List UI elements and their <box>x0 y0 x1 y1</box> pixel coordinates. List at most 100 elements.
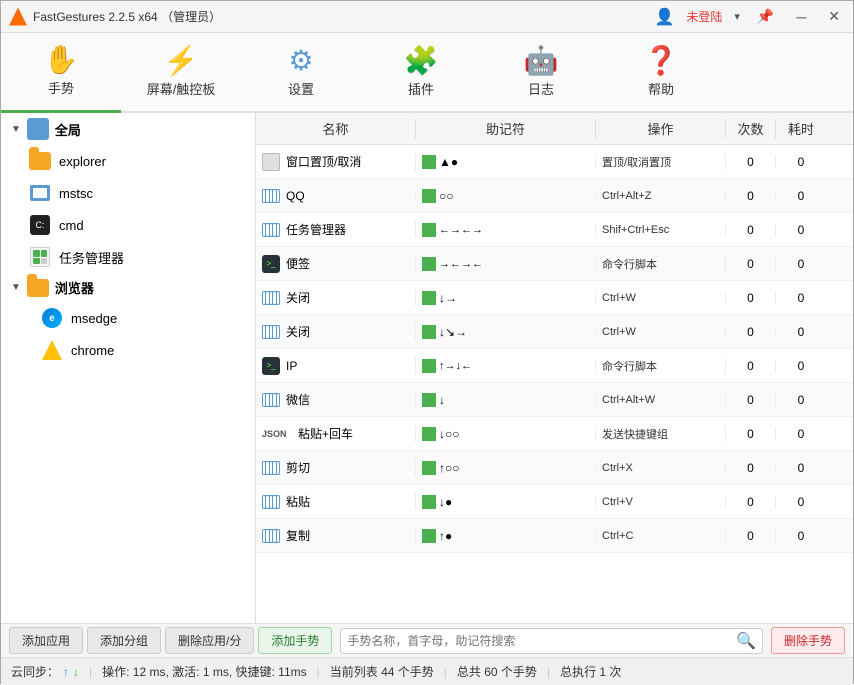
close-button[interactable]: ✕ <box>823 6 845 27</box>
green-indicator <box>422 393 436 407</box>
screen-icon: ⚡ <box>164 47 199 75</box>
cell-count-6: 0 <box>726 325 776 339</box>
cell-mnemonic-10: ↑○○ <box>416 461 596 475</box>
green-indicator <box>422 155 436 169</box>
sidebar-item-msedge[interactable]: e msedge <box>1 302 255 334</box>
keyboard-icon-3 <box>262 291 280 305</box>
cell-time-12: 0 <box>776 529 826 543</box>
cell-count-12: 0 <box>726 529 776 543</box>
tab-plugin[interactable]: 🧩 插件 <box>361 33 481 111</box>
gesture-icon: ✋ <box>44 46 79 74</box>
table-row[interactable]: QQ ○○ Ctrl+Alt+Z 0 0 <box>256 179 853 213</box>
cell-name-1: 窗口置顶/取消 <box>256 153 416 171</box>
green-indicator <box>422 529 436 543</box>
search-box: 🔍 <box>340 628 763 654</box>
add-gesture-button[interactable]: 添加手势 <box>258 627 332 654</box>
status-bar: 云同步： ↑ ↓ | 操作: 12 ms, 激活: 1 ms, 快捷键: 11m… <box>1 657 853 685</box>
sidebar-item-msedge-label: msedge <box>71 311 117 326</box>
window-icon <box>262 153 280 171</box>
cell-name-3: 任务管理器 <box>256 221 416 238</box>
cell-action-5: Ctrl+W <box>596 292 726 304</box>
cell-action-7: 命令行脚本 <box>596 358 726 374</box>
app-title: FastGestures 2.2.5 x64 （管理员） <box>33 8 221 25</box>
green-indicator <box>422 189 436 203</box>
cell-count-2: 0 <box>726 189 776 203</box>
help-icon: ❓ <box>644 47 679 75</box>
cell-count-7: 0 <box>726 359 776 373</box>
cell-count-9: 0 <box>726 427 776 441</box>
title-bar-right: 👤 未登陆 ▾ 📌 ─ ✕ <box>654 6 845 27</box>
table-row[interactable]: 任务管理器 ←→←→ Shif+Ctrl+Esc 0 0 <box>256 213 853 247</box>
cell-mnemonic-1: ▲● <box>416 155 596 169</box>
table-row[interactable]: >_ 便签 →←→← 命令行脚本 0 0 <box>256 247 853 281</box>
cell-name-7: >_ IP <box>256 357 416 375</box>
green-indicator <box>422 461 436 475</box>
cell-time-5: 0 <box>776 291 826 305</box>
sidebar-item-explorer[interactable]: explorer <box>1 145 255 177</box>
app-logo <box>9 8 27 26</box>
add-group-button[interactable]: 添加分组 <box>87 627 161 654</box>
settings-icon: ⚙ <box>288 47 313 75</box>
tab-help[interactable]: ❓ 帮助 <box>601 33 721 111</box>
cell-name-6: 关闭 <box>256 323 416 340</box>
cell-mnemonic-11: ↓● <box>416 495 596 509</box>
tab-screen[interactable]: ⚡ 屏幕/触控板 <box>121 33 241 111</box>
sidebar-group-browser[interactable]: ▼ 浏览器 <box>1 273 255 302</box>
tab-settings[interactable]: ⚙ 设置 <box>241 33 361 111</box>
tab-screen-label: 屏幕/触控板 <box>147 79 216 98</box>
add-app-button[interactable]: 添加应用 <box>9 627 83 654</box>
cell-count-3: 0 <box>726 223 776 237</box>
table-row[interactable]: 粘贴 ↓● Ctrl+V 0 0 <box>256 485 853 519</box>
tab-log-label: 日志 <box>528 79 554 98</box>
operation-stats: 操作: 12 ms, 激活: 1 ms, 快捷键: 11ms <box>102 663 306 680</box>
login-dropdown-icon[interactable]: ▾ <box>734 10 740 23</box>
sidebar: ▼ 全局 explorer mstsc C: cmd <box>1 113 256 623</box>
tab-log[interactable]: 🤖 日志 <box>481 33 601 111</box>
green-indicator <box>422 427 436 441</box>
sidebar-group-global[interactable]: ▼ 全局 <box>1 113 255 145</box>
cell-time-1: 0 <box>776 155 826 169</box>
sidebar-item-taskmanager[interactable]: 任务管理器 <box>1 241 255 273</box>
green-indicator <box>422 291 436 305</box>
sidebar-item-mstsc-label: mstsc <box>59 186 93 201</box>
sync-down-icon[interactable]: ↓ <box>73 665 79 679</box>
table-row[interactable]: 窗口置顶/取消 ▲● 置顶/取消置顶 0 0 <box>256 145 853 179</box>
table-row[interactable]: >_ IP ↑→↓← 命令行脚本 0 0 <box>256 349 853 383</box>
cell-time-3: 0 <box>776 223 826 237</box>
cell-time-4: 0 <box>776 257 826 271</box>
delete-gesture-button[interactable]: 删除手势 <box>771 627 845 654</box>
table-body: 窗口置顶/取消 ▲● 置顶/取消置顶 0 0 <box>256 145 853 623</box>
sidebar-item-cmd[interactable]: C: cmd <box>1 209 255 241</box>
sync-up-icon[interactable]: ↑ <box>63 665 69 679</box>
sidebar-item-taskmanager-label: 任务管理器 <box>59 248 124 267</box>
cell-time-7: 0 <box>776 359 826 373</box>
table-row[interactable]: 剪切 ↑○○ Ctrl+X 0 0 <box>256 451 853 485</box>
table-row[interactable]: JSON 粘贴+回车 ↓○○ 发送快捷键组 0 0 <box>256 417 853 451</box>
cell-name-9: JSON 粘贴+回车 <box>256 425 416 442</box>
table-row[interactable]: 复制 ↑● Ctrl+C 0 0 <box>256 519 853 553</box>
table-row[interactable]: 关闭 ↓↘→ Ctrl+W 0 0 <box>256 315 853 349</box>
cell-count-4: 0 <box>726 257 776 271</box>
delete-app-button[interactable]: 删除应用/分 <box>165 627 254 654</box>
cell-mnemonic-6: ↓↘→ <box>416 325 596 339</box>
main-content: ▼ 全局 explorer mstsc C: cmd <box>1 113 853 623</box>
sidebar-item-chrome[interactable]: chrome <box>1 334 255 366</box>
nav-tabs: ✋ 手势 ⚡ 屏幕/触控板 ⚙ 设置 🧩 插件 🤖 日志 ❓ 帮助 <box>1 33 853 113</box>
sidebar-item-mstsc[interactable]: mstsc <box>1 177 255 209</box>
cmd-icon: C: <box>29 214 51 236</box>
search-input[interactable] <box>347 634 732 648</box>
tab-help-label: 帮助 <box>648 79 674 98</box>
sidebar-item-cmd-label: cmd <box>59 218 84 233</box>
keyboard-icon-6 <box>262 461 280 475</box>
minimize-button[interactable]: ─ <box>791 7 811 27</box>
search-icon[interactable]: 🔍 <box>736 631 756 651</box>
cell-action-8: Ctrl+Alt+W <box>596 394 726 406</box>
table-row[interactable]: 微信 ↓ Ctrl+Alt+W 0 0 <box>256 383 853 417</box>
cell-action-12: Ctrl+C <box>596 530 726 542</box>
keyboard-icon-4 <box>262 325 280 339</box>
pin-button[interactable]: 📌 <box>752 6 779 27</box>
login-status[interactable]: 未登陆 <box>686 8 722 25</box>
mstsc-icon <box>29 182 51 204</box>
table-row[interactable]: 关闭 ↓→ Ctrl+W 0 0 <box>256 281 853 315</box>
tab-gesture[interactable]: ✋ 手势 <box>1 33 121 113</box>
